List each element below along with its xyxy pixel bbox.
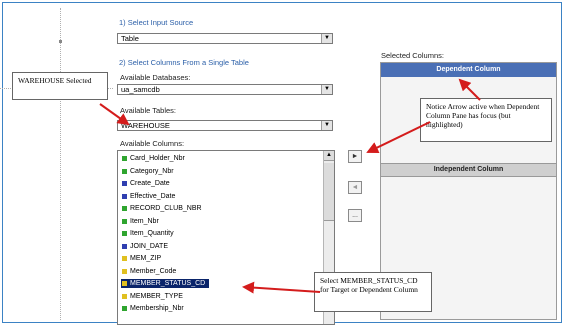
annotation-arrows [99, 78, 481, 294]
arrow-to-table-select [99, 103, 130, 126]
arrow-to-add-button [366, 121, 431, 154]
arrow-to-selected-column [242, 281, 321, 294]
arrow-to-dependent-header [458, 78, 481, 101]
